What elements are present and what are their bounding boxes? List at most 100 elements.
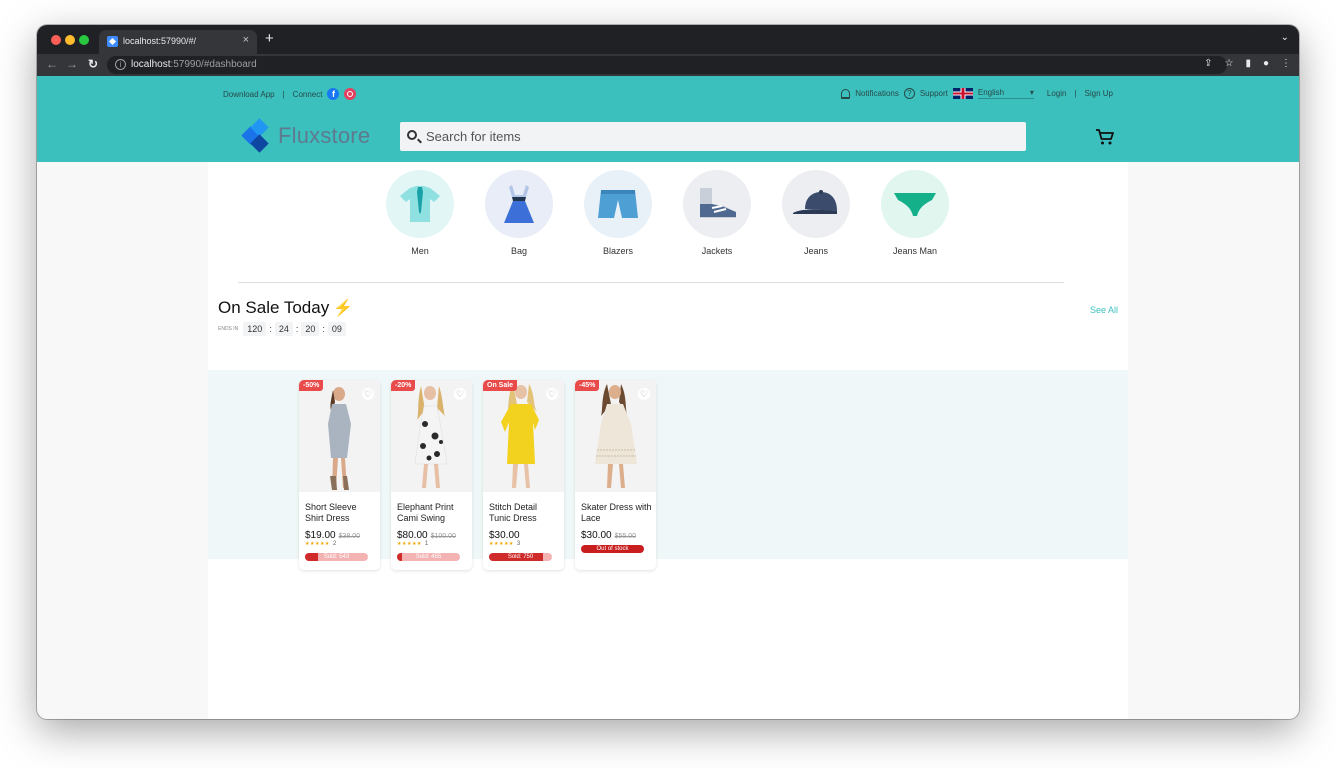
product-old-price: $100.00 xyxy=(430,533,456,540)
favicon-icon xyxy=(107,36,118,47)
category-bag[interactable]: Bag xyxy=(485,170,553,256)
category-jeans-man[interactable]: Jeans Man xyxy=(881,170,949,256)
rating-count: 3 xyxy=(516,541,521,547)
brand-logo[interactable]: Fluxstore xyxy=(241,118,371,153)
category-jackets[interactable]: Jackets xyxy=(683,170,751,256)
separator: | xyxy=(282,89,285,99)
product-card[interactable]: -20% ♡ Elephant Print Cami Swing $80.00 … xyxy=(391,380,472,570)
tab-close-icon[interactable]: × xyxy=(243,34,249,46)
heart-icon[interactable]: ♡ xyxy=(546,388,558,400)
rating-count: 1 xyxy=(424,541,429,547)
product-price: $30.00 xyxy=(489,530,520,541)
login-link[interactable]: Login xyxy=(1047,89,1067,98)
search-input[interactable] xyxy=(426,122,1016,151)
shorts-icon xyxy=(598,190,638,218)
product-price: $30.00 xyxy=(581,530,612,541)
reload-button[interactable]: ↻ xyxy=(88,57,98,71)
rating-count: 2 xyxy=(332,541,337,547)
cap-icon xyxy=(793,190,837,214)
back-button[interactable]: ← xyxy=(46,57,58,71)
product-old-price: $55.00 xyxy=(614,533,637,540)
sold-progress-bar: Sold: 543 xyxy=(305,553,368,561)
see-all-link[interactable]: See All xyxy=(1090,305,1118,315)
menu-kebab-icon[interactable]: ⋮ xyxy=(1281,58,1291,69)
out-of-stock-badge: Out of stock xyxy=(581,545,644,553)
tab-title: localhost:57990/#/ xyxy=(123,36,197,46)
sale-header: On Sale Today ⚡ ENDS IN 120 : 24 : 20 : 0… xyxy=(218,298,353,336)
product-card[interactable]: On Sale ♡ Stitch Detail Tunic Dress $30.… xyxy=(483,380,564,570)
bell-icon[interactable] xyxy=(841,88,851,99)
maximize-window-button[interactable] xyxy=(79,35,89,45)
search-bar[interactable] xyxy=(400,122,1026,151)
product-card[interactable]: -50% ♡ Short Sleeve Shirt Dress $19.00 $… xyxy=(299,380,380,570)
browser-toolbar: ← → ↻ i localhost:57990/#dashboard ⇪ ☆ ▮… xyxy=(37,54,1299,76)
browser-tab[interactable]: localhost:57990/#/ × xyxy=(99,30,257,54)
product-old-price: $38.00 xyxy=(338,533,361,540)
side-panel-icon[interactable]: ▮ xyxy=(1245,58,1251,69)
sale-title: On Sale Today ⚡ xyxy=(218,298,354,317)
category-circle xyxy=(683,170,751,238)
cart-icon[interactable] xyxy=(1095,128,1115,146)
category-jeans[interactable]: Jeans xyxy=(782,170,850,256)
product-name[interactable]: Elephant Print Cami Swing xyxy=(397,502,469,524)
heart-icon[interactable]: ♡ xyxy=(638,388,650,400)
tab-search-icon[interactable]: ⌄ xyxy=(1281,32,1289,43)
address-bar[interactable]: i localhost:57990/#dashboard xyxy=(107,56,1227,74)
brand-name: Fluxstore xyxy=(278,123,371,148)
discount-badge: -20% xyxy=(391,380,416,391)
notifications-link[interactable]: Notifications xyxy=(855,89,899,98)
sold-count: Sold: 750 xyxy=(507,554,534,560)
tab-strip: localhost:57990/#/ × + ⌄ xyxy=(37,25,1299,54)
forward-button[interactable]: → xyxy=(66,57,78,71)
on-sale-badge: On Sale xyxy=(483,380,518,391)
uk-flag-icon xyxy=(952,88,973,99)
app-header: Download App | Connect f Notifications ?… xyxy=(37,76,1299,162)
url-text[interactable]: localhost:57990/#dashboard xyxy=(131,59,257,70)
download-app-link[interactable]: Download App xyxy=(223,90,275,99)
sneaker-icon xyxy=(700,188,736,218)
facebook-icon[interactable]: f xyxy=(327,88,340,100)
profile-icon[interactable]: ● xyxy=(1263,58,1269,69)
search-icon xyxy=(407,130,417,140)
language-select[interactable]: English ▾ xyxy=(977,88,1034,99)
help-icon[interactable]: ? xyxy=(903,88,915,99)
new-tab-button[interactable]: + xyxy=(265,30,274,47)
category-label: Jackets xyxy=(701,246,733,256)
product-name[interactable]: Short Sleeve Shirt Dress xyxy=(305,502,377,524)
product-name[interactable]: Stitch Detail Tunic Dress xyxy=(489,502,561,524)
lightning-icon: ⚡ xyxy=(333,300,354,317)
close-window-button[interactable] xyxy=(51,35,61,45)
product-card[interactable]: -45% ♡ Skater Dress with Lace $30.00 $55… xyxy=(575,380,656,570)
category-blazers[interactable]: Blazers xyxy=(584,170,652,256)
shirt-tie-icon xyxy=(400,186,440,222)
sold-count: Sold: 455 xyxy=(415,554,442,560)
signup-link[interactable]: Sign Up xyxy=(1085,89,1113,98)
category-label: Bag xyxy=(510,246,527,256)
heart-icon[interactable]: ♡ xyxy=(454,388,466,400)
section-divider xyxy=(238,282,1064,283)
category-circle xyxy=(485,170,553,238)
support-link[interactable]: Support xyxy=(920,89,948,98)
category-list: Men Bag Blazers Jackets Jeans Jeans Man xyxy=(386,170,949,256)
site-info-icon[interactable]: i xyxy=(115,59,126,70)
category-label: Men xyxy=(411,246,429,256)
logo-diamond-icon xyxy=(241,118,271,153)
category-circle xyxy=(881,170,949,238)
sold-count: Sold: 543 xyxy=(323,554,350,560)
category-label: Jeans Man xyxy=(892,246,938,256)
timer-seconds: 09 xyxy=(327,322,346,336)
heart-icon[interactable]: ♡ xyxy=(362,388,374,400)
rating-stars-icon: ★★★★★ xyxy=(305,541,330,547)
category-men[interactable]: Men xyxy=(386,170,454,256)
dress-icon xyxy=(504,185,534,223)
timer-minutes: 20 xyxy=(301,322,320,336)
bookmark-star-icon[interactable]: ☆ xyxy=(1224,58,1233,69)
product-list: -50% ♡ Short Sleeve Shirt Dress $19.00 $… xyxy=(299,380,656,570)
top-utility-bar: Download App | Connect f Notifications ?… xyxy=(223,88,1113,102)
share-icon[interactable]: ⇪ xyxy=(1204,58,1212,69)
separator: | xyxy=(1074,89,1077,98)
product-name[interactable]: Skater Dress with Lace xyxy=(581,502,653,524)
minimize-window-button[interactable] xyxy=(65,35,75,45)
category-circle xyxy=(584,170,652,238)
instagram-icon[interactable] xyxy=(344,88,357,100)
